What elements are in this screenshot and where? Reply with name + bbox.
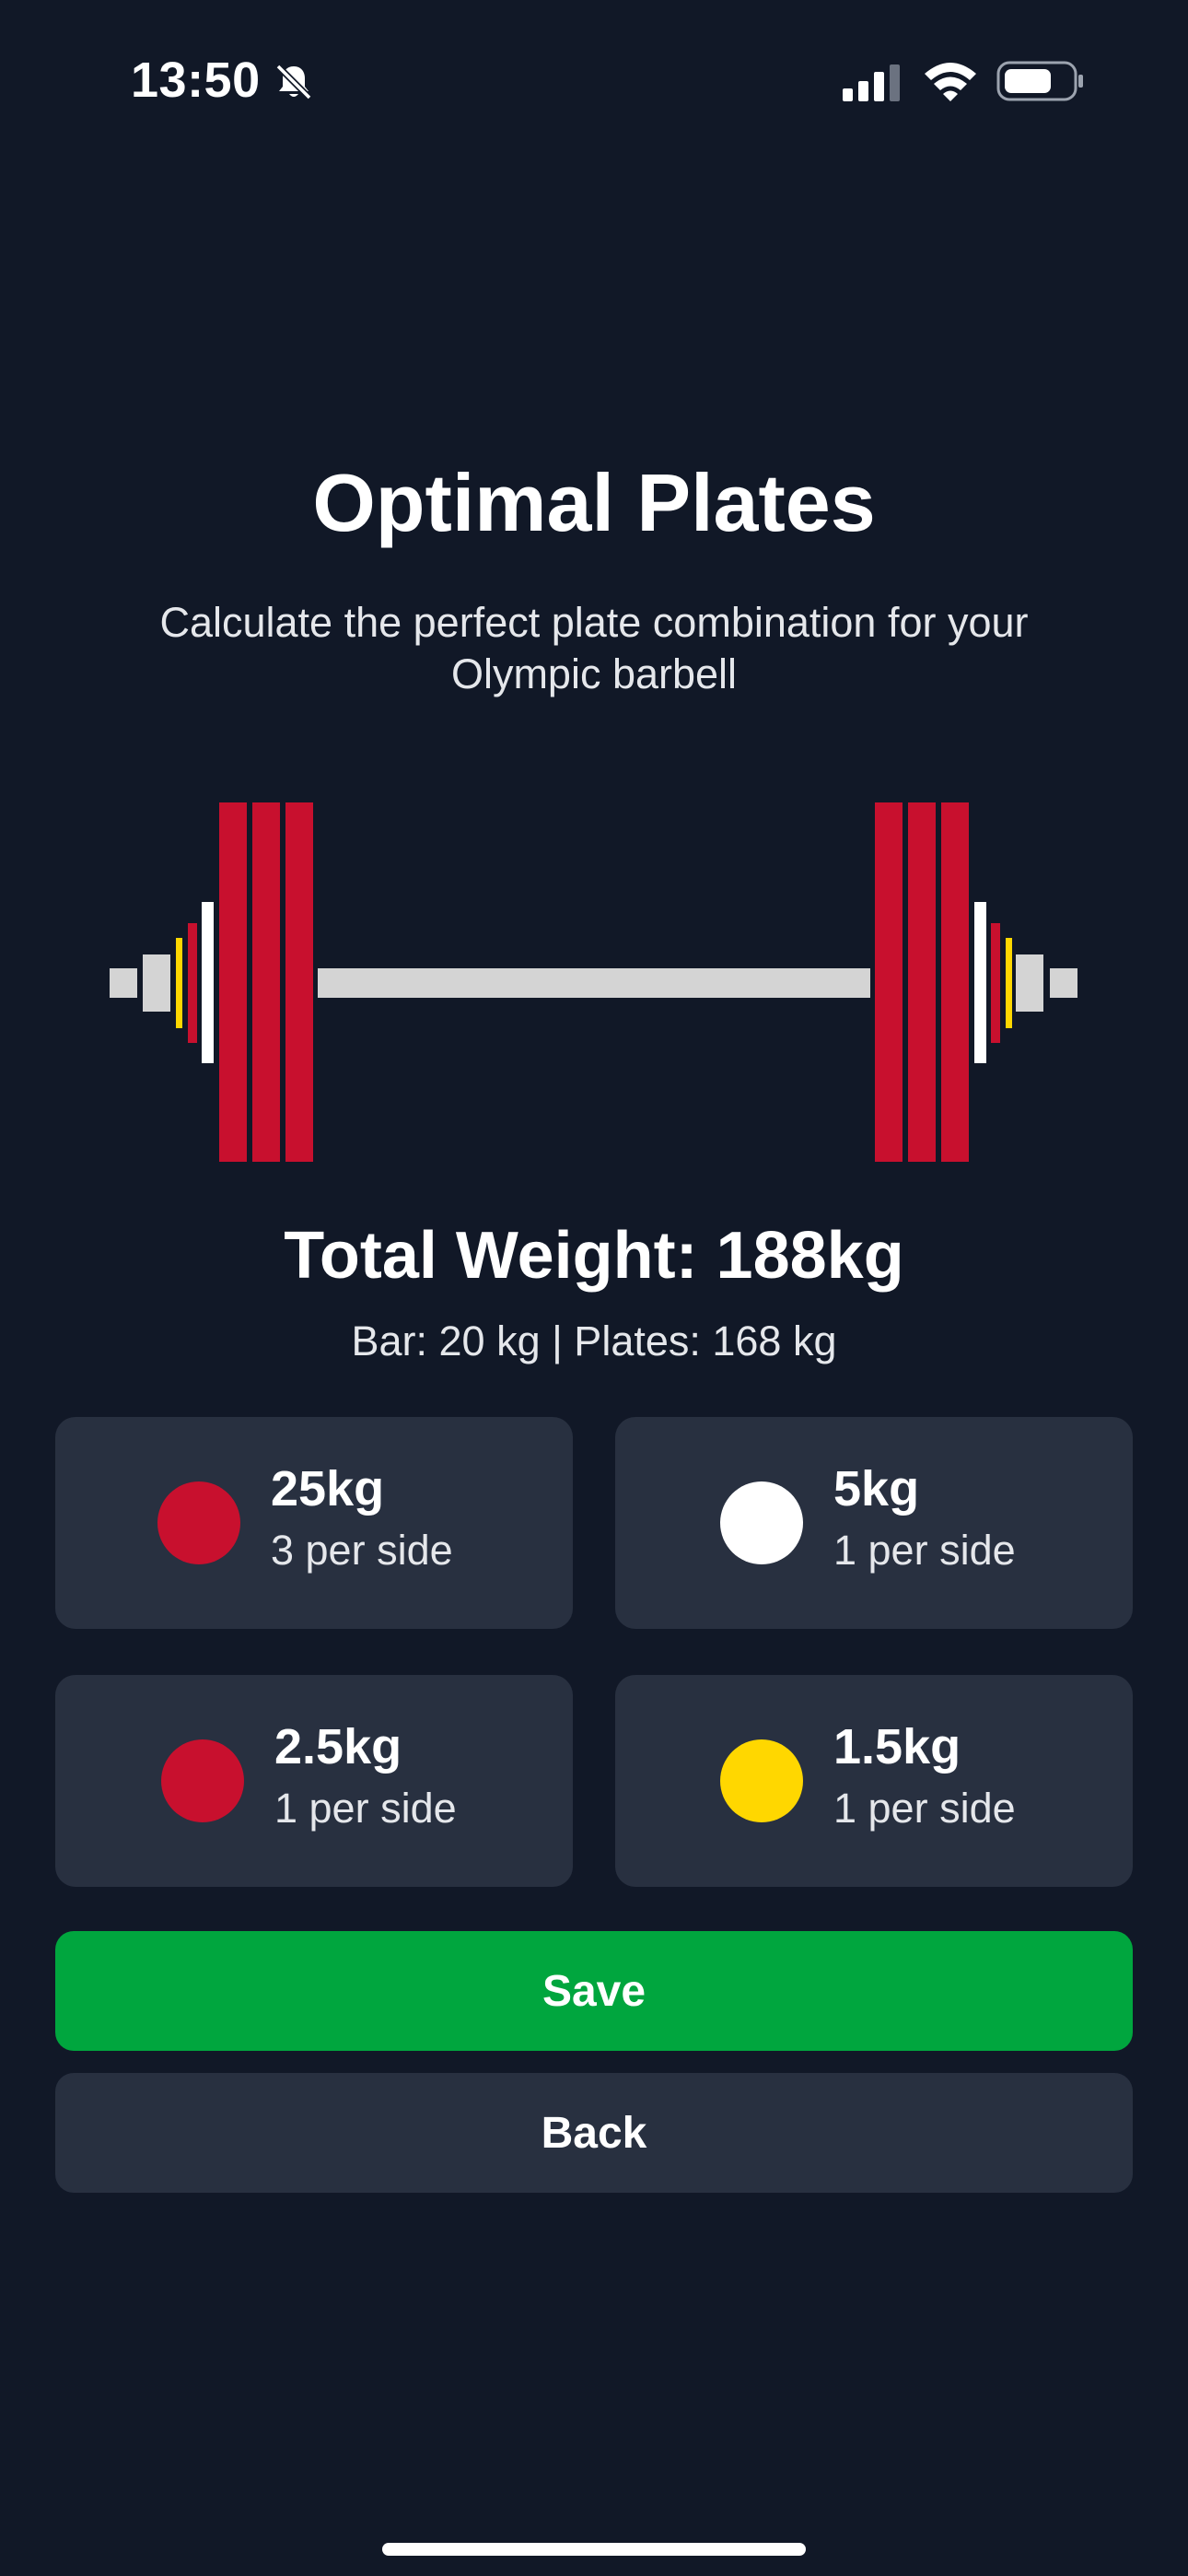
plate-2-5kg	[188, 923, 197, 1043]
plate-1-5kg	[1006, 938, 1012, 1028]
weight-breakdown: Bar: 20 kg | Plates: 168 kg	[351, 1317, 837, 1364]
plate-25kg	[285, 802, 313, 1162]
wifi-icon	[925, 63, 976, 101]
plate-card-25kg: 25kg 3 per side	[55, 1417, 573, 1629]
signal-icon	[843, 64, 900, 101]
plate-25kg	[875, 802, 903, 1162]
bar-shaft	[318, 968, 870, 998]
right-collar	[1016, 954, 1043, 1012]
plate-count: 1 per side	[833, 1785, 1016, 1832]
right-bar-end	[1050, 968, 1077, 998]
plate-color-dot	[720, 1739, 803, 1822]
plate-5kg	[202, 902, 214, 1063]
plate-weight: 1.5kg	[833, 1719, 961, 1774]
plate-count: 1 per side	[274, 1785, 457, 1832]
left-collar	[143, 954, 170, 1012]
plate-count: 3 per side	[271, 1527, 453, 1574]
barbell-illustration	[110, 802, 1077, 1162]
plate-color-dot	[157, 1481, 240, 1564]
page-subtitle: Calculate the perfect plate combination …	[159, 599, 1029, 697]
plate-5kg	[974, 902, 986, 1063]
plate-color-dot	[720, 1481, 803, 1564]
plate-card-1-5kg: 1.5kg 1 per side	[615, 1675, 1133, 1887]
left-bar-end	[110, 968, 137, 998]
save-button[interactable]: Save	[55, 1931, 1133, 2051]
plate-weight: 5kg	[833, 1461, 920, 1516]
plate-card-2-5kg: 2.5kg 1 per side	[55, 1675, 573, 1887]
plate-color-dot	[161, 1739, 244, 1822]
status-time: 13:50	[131, 53, 261, 108]
plate-25kg	[219, 802, 247, 1162]
status-bar: 13:50	[0, 44, 1188, 118]
total-weight: Total Weight: 188kg	[284, 1219, 904, 1293]
plate-weight: 25kg	[271, 1461, 385, 1516]
plate-25kg	[908, 802, 936, 1162]
plate-weight: 2.5kg	[274, 1719, 402, 1774]
plate-count: 1 per side	[833, 1527, 1016, 1574]
plate-card-5kg: 5kg 1 per side	[615, 1417, 1133, 1629]
plate-1-5kg	[176, 938, 182, 1028]
back-button[interactable]: Back	[55, 2073, 1133, 2193]
plate-2-5kg	[991, 923, 1000, 1043]
plate-25kg	[252, 802, 280, 1162]
bell-slash-icon	[275, 64, 312, 100]
page-title: Optimal Plates	[312, 457, 876, 548]
home-indicator[interactable]	[382, 2543, 806, 2556]
plate-25kg	[941, 802, 969, 1162]
battery-icon	[996, 61, 1083, 101]
